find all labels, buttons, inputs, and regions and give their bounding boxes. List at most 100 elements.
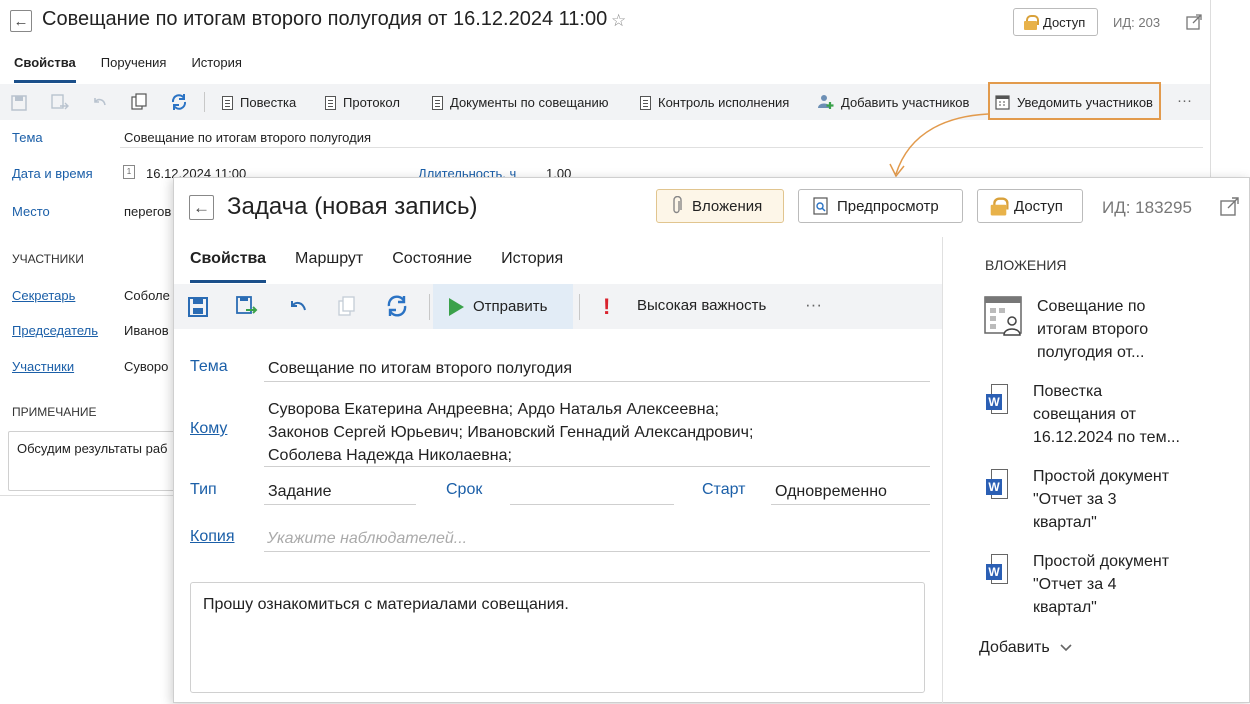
meeting-documents-button[interactable]: Документы по совещанию bbox=[432, 95, 609, 110]
refresh-icon[interactable] bbox=[386, 295, 408, 317]
execution-control-button[interactable]: Контроль исполнения bbox=[640, 95, 789, 110]
recipient-line: Соболева Надежда Николаевна; bbox=[268, 447, 512, 464]
documents-icon bbox=[432, 95, 443, 110]
word-icon: W bbox=[986, 469, 1008, 499]
copy-link[interactable]: Копия bbox=[190, 528, 234, 546]
save-close-icon[interactable] bbox=[236, 296, 258, 318]
refresh-icon[interactable] bbox=[170, 93, 188, 111]
callout-arrow bbox=[889, 113, 989, 178]
place-value[interactable]: перегов bbox=[124, 204, 171, 219]
recipient-line: Суворова Екатерина Андреевна; Ардо Натал… bbox=[268, 401, 719, 418]
observers-input[interactable]: Укажите наблюдателей... bbox=[267, 530, 467, 548]
topic-input[interactable]: Совещание по итогам второго полугодия bbox=[268, 360, 572, 378]
task-dialog: ← Задача (новая запись) Вложения Предпро… bbox=[173, 177, 1250, 704]
access-button[interactable]: Доступ bbox=[977, 189, 1083, 223]
control-icon bbox=[640, 95, 651, 110]
star-icon[interactable]: ☆ bbox=[611, 11, 626, 31]
document-icon bbox=[222, 95, 233, 110]
start-label: Старт bbox=[702, 481, 746, 498]
chevron-down-icon bbox=[1060, 644, 1072, 652]
arrow-left-icon: ← bbox=[193, 197, 210, 217]
high-importance-button[interactable]: Высокая важность bbox=[637, 297, 766, 314]
meeting-icon bbox=[984, 296, 1022, 336]
add-user-icon bbox=[818, 95, 834, 109]
copy-icon[interactable] bbox=[131, 93, 147, 111]
save-icon[interactable] bbox=[188, 297, 208, 317]
copy-icon[interactable] bbox=[338, 296, 356, 318]
document-icon bbox=[325, 95, 336, 110]
tab-route[interactable]: Маршрут bbox=[279, 247, 376, 283]
members-value[interactable]: Суворо bbox=[124, 359, 168, 374]
add-attachment-button[interactable]: Добавить bbox=[979, 639, 1072, 657]
members-link[interactable]: Участники bbox=[12, 359, 74, 374]
note-header: ПРИМЕЧАНИЕ bbox=[12, 405, 97, 419]
dialog-title: Задача (новая запись) bbox=[227, 193, 478, 220]
secretary-link[interactable]: Секретарь bbox=[12, 288, 75, 303]
lock-icon bbox=[990, 197, 1009, 215]
topic-label: Тема bbox=[12, 130, 43, 145]
start-select[interactable]: Одновременно bbox=[775, 483, 887, 501]
undo-icon[interactable] bbox=[91, 96, 107, 110]
protocol-button[interactable]: Протокол bbox=[325, 95, 400, 110]
chair-value[interactable]: Иванов bbox=[124, 323, 169, 338]
back-button[interactable]: ← bbox=[10, 10, 32, 32]
back-button[interactable]: ← bbox=[189, 195, 214, 220]
topic-label: Тема bbox=[190, 358, 228, 375]
undo-icon[interactable] bbox=[287, 299, 307, 315]
preview-button[interactable]: Предпросмотр bbox=[798, 189, 963, 223]
type-select[interactable]: Задание bbox=[268, 483, 331, 501]
agenda-button[interactable]: Повестка bbox=[222, 95, 296, 110]
word-icon: W bbox=[986, 554, 1008, 584]
tab-history[interactable]: История bbox=[177, 55, 252, 83]
save-icon[interactable] bbox=[11, 95, 27, 111]
deadline-label: Срок bbox=[446, 481, 483, 498]
recipient-line: Законов Сергей Юрьевич; Ивановский Генна… bbox=[268, 424, 754, 441]
save-close-icon[interactable] bbox=[51, 94, 69, 112]
record-id: ИД: 203 bbox=[1113, 15, 1161, 30]
panel-divider bbox=[942, 237, 943, 704]
task-text-field[interactable]: Прошу ознакомиться с материалами совещан… bbox=[190, 582, 925, 693]
tab-bar: Свойства Поручения История bbox=[0, 55, 253, 83]
page-title: Совещание по итогам второго полугодия от… bbox=[42, 8, 608, 30]
tab-history[interactable]: История bbox=[485, 247, 576, 283]
toolbar-divider bbox=[204, 92, 205, 112]
toolbar-divider bbox=[579, 294, 580, 320]
topic-value[interactable]: Совещание по итогам второго полугодия bbox=[124, 130, 371, 145]
attachment-item[interactable]: Совещание по итогам второго полугодия от..… bbox=[983, 295, 1207, 364]
notify-participants-button[interactable]: Уведомить участников bbox=[995, 94, 1153, 110]
attachment-item[interactable]: W Простой документ "Отчет за 4 квартал" bbox=[983, 550, 1203, 619]
exclamation-icon[interactable]: ! bbox=[603, 294, 610, 320]
recipients-field[interactable]: Суворова Екатерина Андреевна; Ардо Натал… bbox=[268, 398, 753, 467]
attachment-item[interactable]: W Простой документ "Отчет за 3 квартал" bbox=[983, 465, 1203, 534]
toolbar-divider bbox=[429, 294, 430, 320]
attachments-header: ВЛОЖЕНИЯ bbox=[985, 257, 1067, 273]
attachment-item[interactable]: W Повестка совещания от 16.12.2024 по тем.… bbox=[983, 380, 1203, 449]
to-link[interactable]: Кому bbox=[190, 420, 227, 438]
tab-assignments[interactable]: Поручения bbox=[87, 55, 178, 83]
participants-header: УЧАСТНИКИ bbox=[12, 252, 84, 266]
open-external-icon[interactable] bbox=[1220, 197, 1239, 216]
chair-link[interactable]: Председатель bbox=[12, 323, 98, 338]
tab-properties[interactable]: Свойства bbox=[0, 55, 87, 83]
dialog-toolbar: Отправить ! Высокая важность ··· bbox=[174, 284, 942, 329]
dialog-tab-bar: Свойства Маршрут Состояние История bbox=[174, 247, 576, 283]
more-button[interactable]: ··· bbox=[805, 295, 822, 315]
open-external-icon[interactable] bbox=[1186, 14, 1202, 30]
place-label: Место bbox=[12, 204, 50, 219]
calendar-icon[interactable]: 1 bbox=[123, 165, 135, 179]
tab-properties[interactable]: Свойства bbox=[174, 247, 279, 283]
record-id: ИД: 183295 bbox=[1102, 198, 1192, 217]
tab-state[interactable]: Состояние bbox=[376, 247, 485, 283]
secretary-value[interactable]: Соболе bbox=[124, 288, 170, 303]
access-button[interactable]: Доступ bbox=[1013, 8, 1098, 36]
add-participants-button[interactable]: Добавить участников bbox=[817, 94, 969, 110]
more-button[interactable]: ··· bbox=[1177, 92, 1192, 109]
send-button[interactable]: Отправить bbox=[433, 284, 573, 329]
arrow-left-icon: ← bbox=[13, 12, 29, 30]
calendar-icon bbox=[995, 95, 1010, 110]
play-icon bbox=[449, 297, 464, 316]
access-button-label: Доступ bbox=[1043, 14, 1086, 30]
attachments-button[interactable]: Вложения bbox=[656, 189, 784, 223]
preview-icon bbox=[813, 197, 828, 215]
datetime-label: Дата и время bbox=[12, 166, 93, 181]
